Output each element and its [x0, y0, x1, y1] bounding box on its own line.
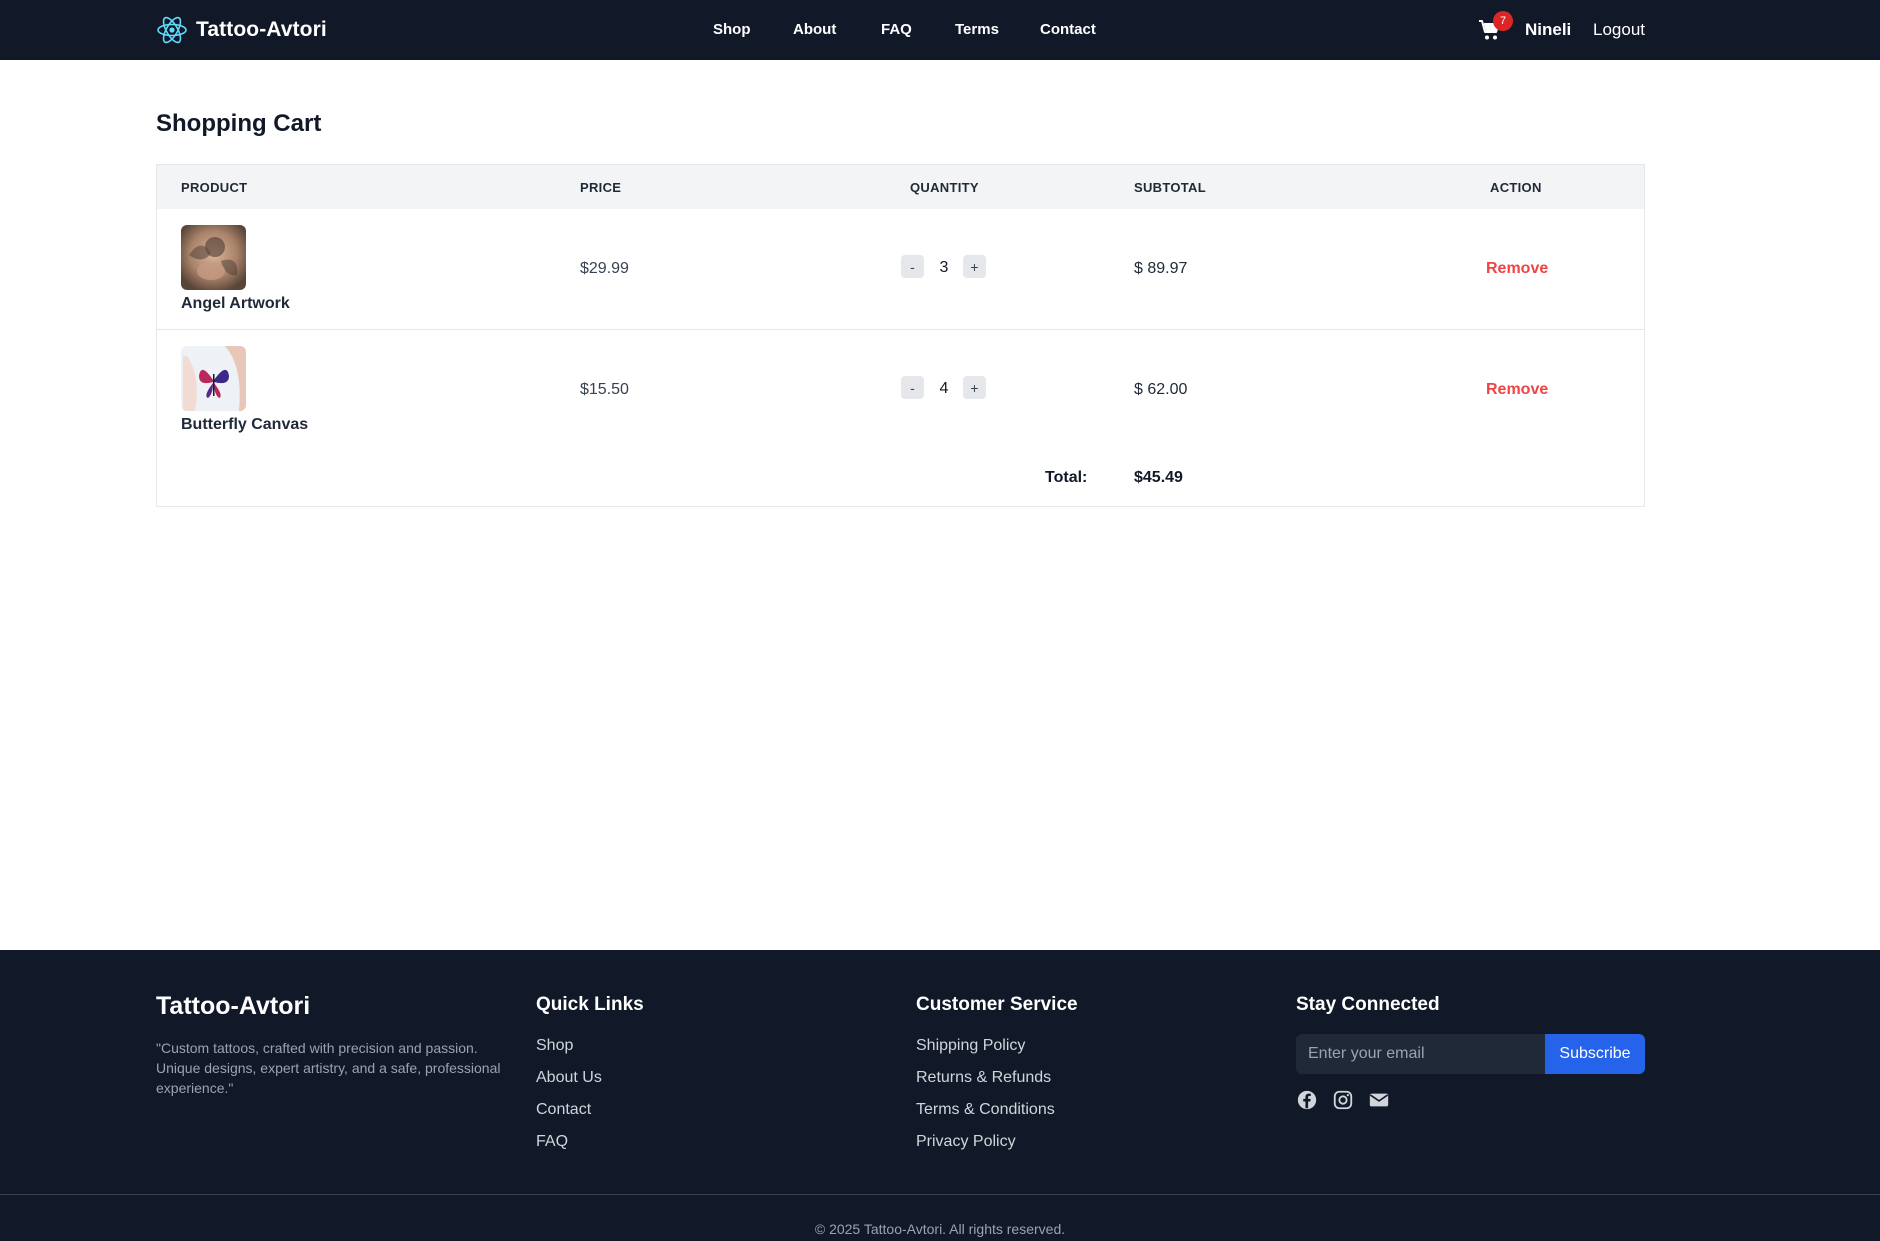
table-row: Butterfly Canvas $15.50 - 4 + $ 62.00 Re… [157, 330, 1644, 451]
footer-divider [0, 1194, 1880, 1195]
increment-button[interactable]: + [963, 255, 986, 278]
site-footer: Tattoo-Avtori "Custom tattoos, crafted w… [0, 950, 1880, 1241]
footer-link-contact[interactable]: Contact [536, 1101, 591, 1119]
nav-faq[interactable]: FAQ [881, 21, 912, 38]
nav-shop[interactable]: Shop [713, 21, 751, 38]
quantity-value: 3 [939, 259, 949, 276]
nav-about[interactable]: About [793, 21, 836, 38]
nav-contact[interactable]: Contact [1040, 21, 1096, 38]
row-subtotal: $ 89.97 [1134, 260, 1188, 277]
increment-button[interactable]: + [963, 376, 986, 399]
footer-description: "Custom tattoos, crafted with precision … [156, 1040, 501, 1096]
product-price: $29.99 [580, 260, 629, 277]
footer-link-shipping-policy[interactable]: Shipping Policy [916, 1037, 1025, 1055]
total-value: $45.49 [1134, 469, 1183, 486]
footer-link-faq[interactable]: FAQ [536, 1133, 568, 1151]
footer-link-shop[interactable]: Shop [536, 1037, 573, 1055]
footer-link-privacy-policy[interactable]: Privacy Policy [916, 1133, 1016, 1151]
column-header-product: PRODUCT [181, 180, 248, 195]
remove-button[interactable]: Remove [1486, 260, 1548, 278]
cart-table: PRODUCT PRICE QUANTITY SUBTOTAL ACTION A… [156, 164, 1645, 507]
decrement-button[interactable]: - [901, 255, 924, 278]
cart-count-badge: 7 [1493, 11, 1513, 31]
footer-link-terms-conditions[interactable]: Terms & Conditions [916, 1101, 1055, 1119]
column-header-action: ACTION [1490, 180, 1542, 195]
product-name: Butterfly Canvas [181, 416, 309, 433]
row-subtotal: $ 62.00 [1134, 381, 1188, 398]
column-header-subtotal: SUBTOTAL [1134, 180, 1206, 195]
column-header-price: PRICE [580, 180, 622, 195]
customer-service-heading: Customer Service [916, 994, 1078, 1015]
copyright-text: © 2025 Tattoo-Avtori. All rights reserve… [814, 1221, 1066, 1237]
envelope-icon[interactable] [1368, 1089, 1390, 1111]
footer-brand: Tattoo-Avtori [156, 992, 311, 1020]
product-name: Angel Artwork [181, 295, 290, 312]
subscribe-button[interactable]: Subscribe [1545, 1034, 1645, 1074]
top-navbar: Tattoo-Avtori Shop About FAQ Terms Conta… [0, 0, 1880, 60]
facebook-icon[interactable] [1296, 1089, 1318, 1111]
quantity-value: 4 [939, 380, 949, 397]
decrement-button[interactable]: - [901, 376, 924, 399]
table-header: PRODUCT PRICE QUANTITY SUBTOTAL ACTION [157, 165, 1644, 209]
footer-link-returns-refunds[interactable]: Returns & Refunds [916, 1069, 1051, 1087]
footer-link-about-us[interactable]: About Us [536, 1069, 602, 1087]
quick-links-heading: Quick Links [536, 994, 644, 1015]
total-label: Total: [1045, 469, 1088, 486]
column-header-quantity: QUANTITY [910, 180, 979, 195]
instagram-icon[interactable] [1332, 1089, 1354, 1111]
username: Nineli [1525, 20, 1572, 39]
angel-tattoo-image [181, 225, 246, 290]
product-price: $15.50 [580, 381, 629, 398]
nav-terms[interactable]: Terms [955, 21, 999, 38]
table-row: Angel Artwork $29.99 - 3 + $ 89.97 Remov… [157, 209, 1644, 330]
logout-button[interactable]: Logout [1593, 20, 1645, 40]
butterfly-tattoo-image [181, 346, 246, 411]
newsletter-email-input[interactable] [1296, 1034, 1545, 1074]
remove-button[interactable]: Remove [1486, 381, 1548, 399]
stay-connected-heading: Stay Connected [1296, 994, 1440, 1015]
page-title: Shopping Cart [156, 110, 322, 137]
